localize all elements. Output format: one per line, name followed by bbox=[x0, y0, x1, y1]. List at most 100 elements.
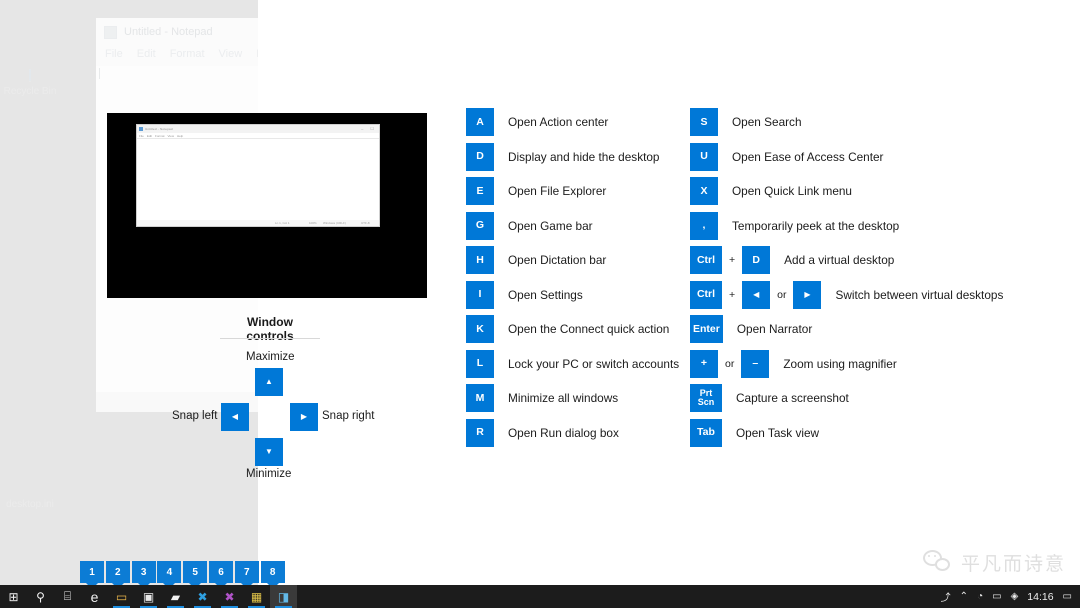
arrow-up-key[interactable]: ▲ bbox=[255, 368, 283, 396]
shortcut-key[interactable]: G bbox=[466, 211, 494, 240]
arrow-down-icon: ▼ bbox=[265, 447, 273, 456]
people-icon[interactable]: ⤴ bbox=[941, 589, 951, 604]
shortcut-key[interactable]: I bbox=[466, 280, 494, 309]
vs-code-icon: ✖ bbox=[197, 589, 208, 604]
thumbnail-title: Untitled - Notepad bbox=[145, 127, 173, 131]
text-caret bbox=[99, 68, 100, 79]
screen-root: Recycle Bin desktop.ini Untitled - Notep… bbox=[0, 0, 1080, 608]
system-tray[interactable]: ⤴ ⌃ ◔ ▭ ◈ 14:16 ▭ bbox=[941, 589, 1080, 605]
shortcut-row: K Open the Connect quick action bbox=[466, 312, 679, 347]
arrow-right-key[interactable]: ▶ bbox=[290, 403, 318, 431]
menu-view[interactable]: View bbox=[219, 48, 243, 60]
shortcut-description: Display and hide the desktop bbox=[508, 149, 660, 164]
notepad-title: Untitled - Notepad bbox=[124, 26, 213, 38]
network-icon[interactable]: ◔ bbox=[977, 591, 983, 602]
shortcut-description: Add a virtual desktop bbox=[784, 253, 895, 268]
taskbar-vs-code-icon[interactable]: ✖ bbox=[189, 585, 216, 608]
arrow-right-icon: ▶ bbox=[300, 412, 308, 421]
minimize-label: Minimize bbox=[246, 468, 292, 480]
shortcut-key[interactable]: ▶ bbox=[793, 280, 822, 309]
taskbar-vs-code-insiders-icon[interactable]: ✖ bbox=[216, 585, 243, 608]
video-thumbnail[interactable]: Untitled - Notepad – ☐ File Edit Format … bbox=[107, 113, 427, 298]
shortcut-key[interactable]: X bbox=[690, 177, 718, 206]
shortcut-key[interactable]: A bbox=[466, 108, 494, 137]
shortcut-key[interactable]: E bbox=[466, 177, 494, 206]
menu-format[interactable]: Format bbox=[170, 48, 205, 60]
show-hidden-icons-icon[interactable]: ⌃ bbox=[960, 591, 968, 602]
shortcut-row: Prt Scn Capture a screenshot bbox=[690, 381, 1003, 416]
shortcut-key[interactable]: H bbox=[466, 246, 494, 275]
shortcut-key[interactable]: , bbox=[690, 211, 718, 240]
thumbnail-statusbar: Ln 1, Col 1 100% Windows (CRLF) UTF-8 bbox=[137, 220, 379, 226]
clock[interactable]: 14:16 bbox=[1027, 591, 1053, 603]
shortcut-key[interactable]: Enter bbox=[690, 315, 723, 344]
shortcut-row: Tab Open Task view bbox=[690, 416, 1003, 451]
shortcut-key[interactable]: S bbox=[690, 108, 718, 137]
calculator-icon: ▦ bbox=[250, 589, 263, 604]
shortcut-row: Ctrl + ◀ or ▶ Switch between virtual desktops bbox=[690, 278, 1003, 313]
shortcut-row: H Open Dictation bar bbox=[466, 243, 679, 278]
taskbar[interactable]: ⊞ ⚲ ⌸ e ▭ ▣ ▰ ✖ ✖ ▦ ◨ ⤴ ⌃ ◔ ▭ ◈ 14:16 ▭ bbox=[0, 585, 1080, 608]
shortcut-key[interactable]: Prt Scn bbox=[690, 384, 722, 413]
desktop-icon-recycle-bin[interactable]: Recycle Bin bbox=[0, 69, 60, 98]
taskbar-callout-8: 8 bbox=[260, 561, 285, 583]
shortcut-key[interactable]: Tab bbox=[690, 418, 722, 447]
watermark-text: 平凡而诗意 bbox=[960, 553, 1066, 575]
plus-separator: + bbox=[729, 254, 736, 267]
taskbar-file-explorer-icon[interactable]: ▭ bbox=[108, 585, 135, 608]
shortcut-row: Enter Open Narrator bbox=[690, 312, 1003, 347]
thumbnail-status-line-ending: Windows (CRLF) bbox=[323, 221, 346, 225]
menu-file[interactable]: File bbox=[105, 48, 123, 60]
edge-icon: e bbox=[90, 588, 99, 605]
desktop-icon-label: desktop.ini bbox=[6, 499, 54, 510]
shortcut-key[interactable]: K bbox=[466, 315, 494, 344]
shortcut-key[interactable]: ◀ bbox=[742, 280, 771, 309]
desktop-icon-desktop-ini[interactable]: desktop.ini bbox=[0, 495, 60, 511]
taskbar-callout-1: 1 bbox=[80, 561, 104, 583]
task-view-icon: ⌸ bbox=[63, 589, 72, 603]
taskbar-microsoft-store-icon[interactable]: ▣ bbox=[135, 585, 162, 608]
shortcut-row: D Display and hide the desktop bbox=[466, 140, 679, 175]
shortcut-description: Open Search bbox=[732, 115, 802, 130]
taskbar-terminal-icon[interactable]: ▰ bbox=[162, 585, 189, 608]
shortcut-key[interactable]: R bbox=[466, 418, 494, 447]
shortcut-row: M Minimize all windows bbox=[466, 381, 679, 416]
notepad-app-icon bbox=[104, 25, 117, 39]
shortcut-key[interactable]: M bbox=[466, 384, 494, 413]
taskbar-app-icon[interactable]: ◨ bbox=[270, 585, 297, 608]
thumbnail-menu-file: File bbox=[139, 133, 144, 138]
shortcut-key[interactable]: U bbox=[690, 142, 718, 171]
arrow-left-icon: ◀ bbox=[231, 412, 239, 421]
taskbar-start-button[interactable]: ⊞ bbox=[0, 585, 27, 608]
shortcut-row: L Lock your PC or switch accounts bbox=[466, 347, 679, 382]
shortcut-key[interactable]: D bbox=[742, 246, 771, 275]
thumbnail-menu-edit: Edit bbox=[146, 133, 153, 138]
shortcut-row: E Open File Explorer bbox=[466, 174, 679, 209]
shortcut-row: R Open Run dialog box bbox=[466, 416, 679, 451]
shortcut-key[interactable]: L bbox=[466, 349, 494, 378]
battery-icon[interactable]: ▭ bbox=[992, 591, 1001, 602]
taskbar-callout-2: 2 bbox=[105, 561, 130, 583]
or-separator: or bbox=[725, 357, 735, 370]
taskbar-search-icon[interactable]: ⚲ bbox=[27, 585, 54, 608]
arrow-left-key[interactable]: ◀ bbox=[221, 403, 249, 431]
terminal-icon: ▰ bbox=[170, 589, 181, 604]
arrow-down-key[interactable]: ▼ bbox=[255, 438, 283, 466]
shortcut-description: Capture a screenshot bbox=[736, 391, 849, 406]
shortcut-key[interactable]: Ctrl bbox=[690, 246, 722, 275]
shortcut-key[interactable]: Ctrl bbox=[690, 280, 722, 309]
menu-edit[interactable]: Edit bbox=[137, 48, 156, 60]
taskbar-edge-icon[interactable]: e bbox=[81, 585, 108, 608]
shortcut-row: U Open Ease of Access Center bbox=[690, 140, 1003, 175]
taskbar-task-view-icon[interactable]: ⌸ bbox=[54, 585, 81, 608]
shortcut-key[interactable]: – bbox=[741, 349, 770, 378]
shortcut-key[interactable]: + bbox=[690, 349, 718, 378]
taskbar-callout-7: 7 bbox=[234, 561, 259, 583]
file-explorer-icon: ▭ bbox=[115, 589, 128, 604]
action-center-icon[interactable]: ▭ bbox=[1063, 591, 1072, 602]
desktop-icon-label: Recycle Bin bbox=[3, 86, 57, 97]
taskbar-calculator-icon[interactable]: ▦ bbox=[243, 585, 270, 608]
shortcut-description: Open File Explorer bbox=[508, 184, 607, 199]
shortcut-key[interactable]: D bbox=[466, 142, 494, 171]
volume-icon[interactable]: ◈ bbox=[1011, 591, 1019, 602]
